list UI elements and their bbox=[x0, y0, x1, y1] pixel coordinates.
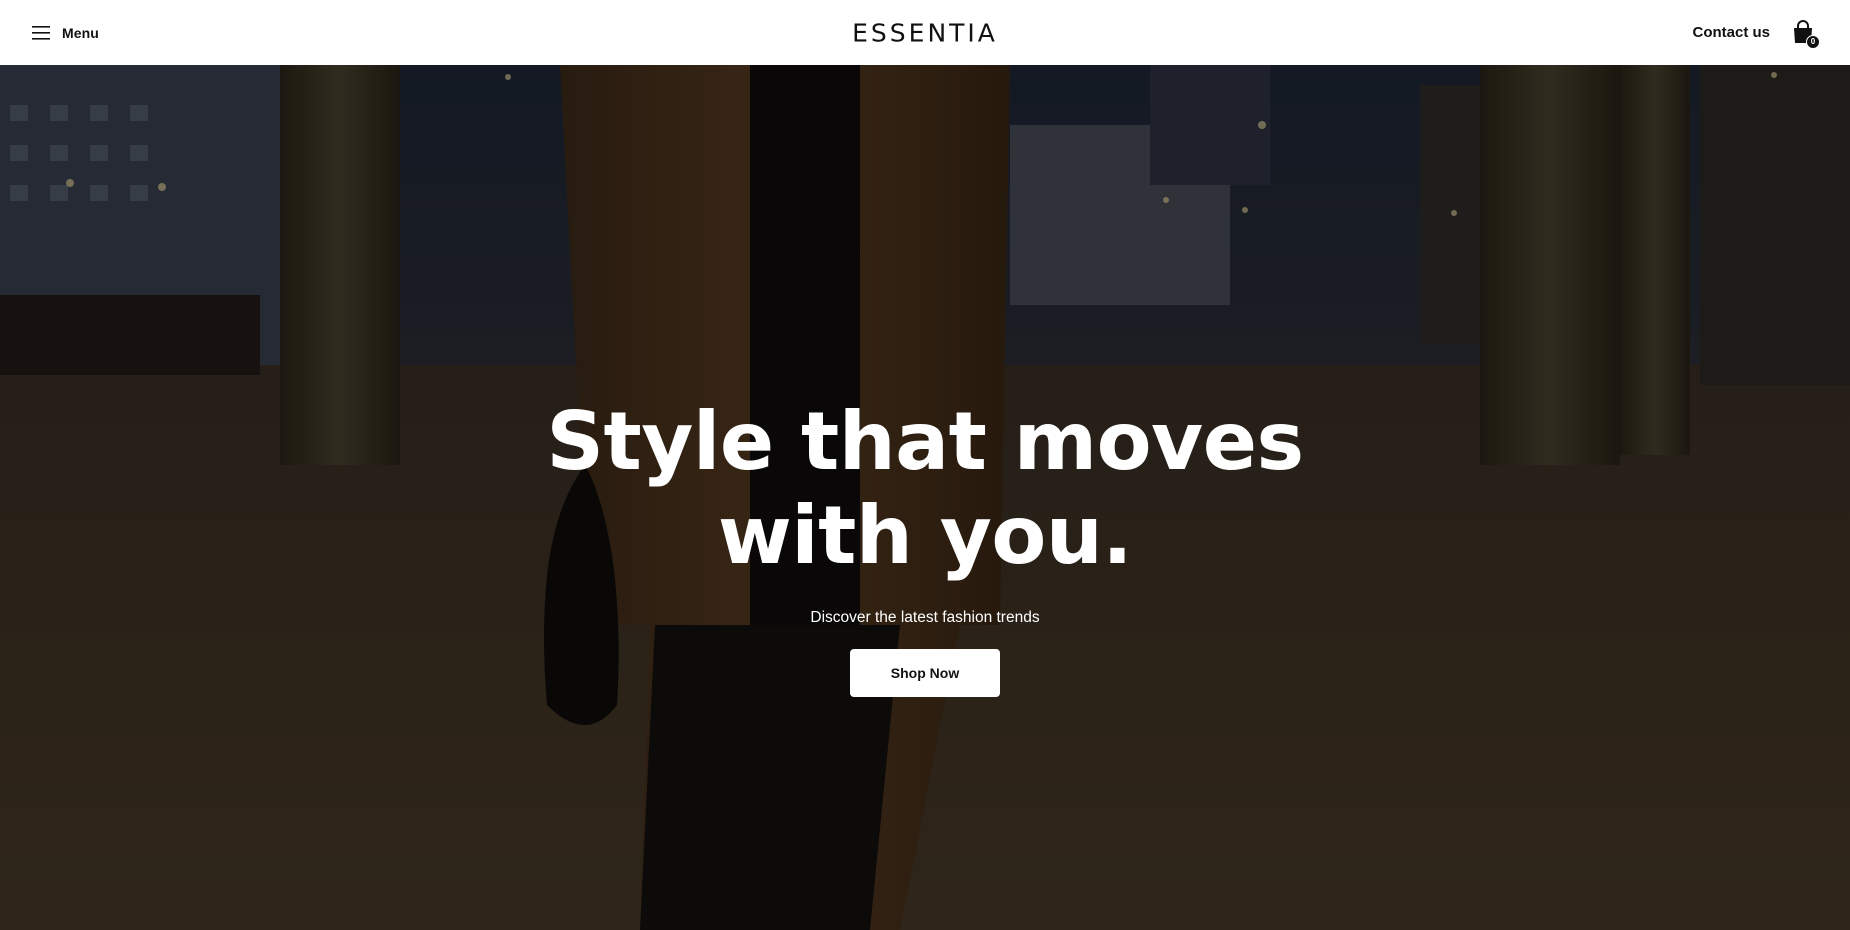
hero-title-line-1: Style that moves bbox=[546, 395, 1304, 488]
hero-title: Style that moves with you. bbox=[0, 395, 1850, 583]
hero-subtitle: Discover the latest fashion trends bbox=[810, 609, 1040, 626]
hero-content: Style that moves with you. Discover the … bbox=[0, 395, 1850, 697]
shop-now-button[interactable]: Shop Now bbox=[850, 649, 1000, 697]
hero-section: Style that moves with you. Discover the … bbox=[0, 65, 1850, 930]
menu-button[interactable]: Menu bbox=[32, 25, 99, 41]
contact-link[interactable]: Contact us bbox=[1692, 24, 1770, 41]
hamburger-icon bbox=[32, 25, 50, 40]
site-header: Menu ESSENTIA Contact us 0 bbox=[0, 0, 1850, 65]
header-actions: Contact us 0 bbox=[1692, 19, 1820, 49]
cart-count-badge: 0 bbox=[1806, 34, 1820, 49]
menu-label: Menu bbox=[62, 24, 99, 41]
cart-button[interactable]: 0 bbox=[1792, 19, 1820, 49]
hero-title-line-2: with you. bbox=[717, 489, 1133, 582]
site-logo[interactable]: ESSENTIA bbox=[852, 18, 998, 47]
